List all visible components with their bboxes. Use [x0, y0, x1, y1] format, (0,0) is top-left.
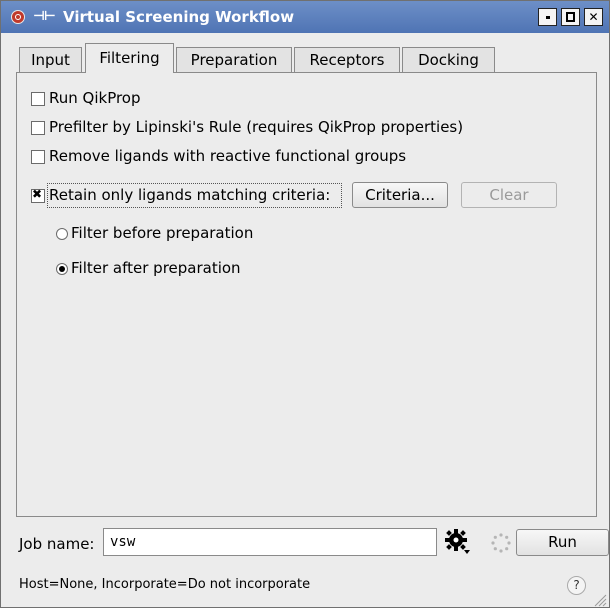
remove-reactive-label[interactable]: Remove ligands with reactive functional … — [49, 147, 406, 165]
run-button[interactable]: Run — [516, 529, 609, 556]
maximize-button[interactable] — [561, 8, 580, 26]
pin-icon[interactable]: ⊣⊢ — [33, 9, 56, 24]
app-icon[interactable] — [11, 10, 25, 24]
run-qikprop-label[interactable]: Run QikProp — [49, 89, 141, 107]
retain-matching-checkbox[interactable] — [31, 187, 45, 203]
app-window: ⊣⊢ Virtual Screening Workflow ✕ Input Fi… — [0, 0, 610, 608]
close-button[interactable]: ✕ — [584, 8, 603, 26]
prefilter-lipinski-label[interactable]: Prefilter by Lipinski's Rule (requires Q… — [49, 118, 463, 136]
job-name-label: Job name: — [19, 535, 95, 553]
filter-after-radio[interactable] — [56, 263, 68, 275]
spinner-icon — [491, 533, 511, 553]
help-icon[interactable]: ? — [567, 576, 586, 595]
minimize-button[interactable] — [538, 8, 557, 26]
status-text: Host=None, Incorporate=Do not incorporat… — [19, 577, 311, 592]
gear-icon[interactable] — [444, 528, 470, 554]
filter-after-label[interactable]: Filter after preparation — [71, 259, 241, 277]
job-name-input[interactable] — [103, 528, 437, 556]
clear-button[interactable]: Clear — [461, 182, 557, 208]
tab-receptors[interactable]: Receptors — [294, 47, 400, 72]
filter-before-radio[interactable] — [56, 228, 68, 240]
criteria-button[interactable]: Criteria... — [352, 182, 448, 208]
tab-docking[interactable]: Docking — [402, 47, 495, 72]
filter-before-label[interactable]: Filter before preparation — [71, 224, 253, 242]
tab-input[interactable]: Input — [19, 47, 82, 72]
remove-reactive-checkbox[interactable] — [31, 150, 45, 164]
title-bar[interactable]: ⊣⊢ Virtual Screening Workflow ✕ — [1, 1, 609, 33]
resize-grip-icon[interactable] — [591, 591, 607, 607]
tab-preparation[interactable]: Preparation — [176, 47, 292, 72]
window-title: Virtual Screening Workflow — [63, 8, 295, 26]
tab-filtering[interactable]: Filtering — [85, 43, 174, 73]
run-qikprop-checkbox[interactable] — [31, 92, 45, 106]
retain-matching-label[interactable]: Retain only ligands matching criteria: — [49, 186, 330, 204]
prefilter-lipinski-checkbox[interactable] — [31, 121, 45, 135]
filtering-panel — [16, 72, 597, 517]
